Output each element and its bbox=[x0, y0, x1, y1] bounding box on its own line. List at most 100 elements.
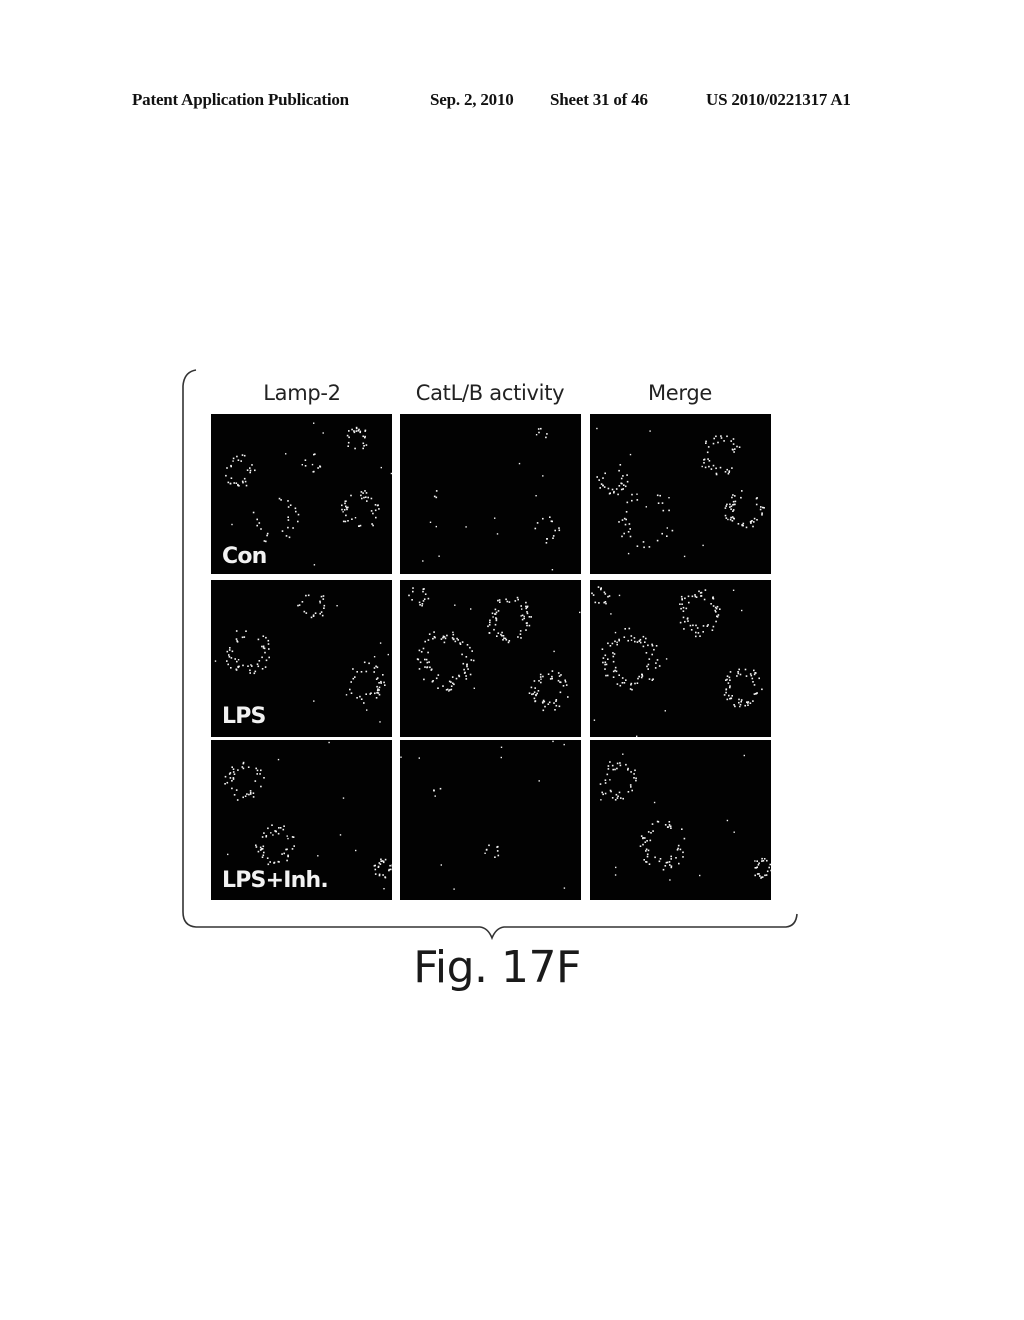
signal-dot bbox=[248, 793, 250, 796]
signal-dot bbox=[606, 674, 609, 677]
signal-dot bbox=[236, 455, 238, 458]
signal-dot bbox=[354, 447, 356, 450]
signal-dot bbox=[536, 522, 539, 524]
signal-dot bbox=[615, 793, 618, 796]
panel-lpsinh-catlb bbox=[400, 740, 581, 900]
signal-dot bbox=[270, 832, 272, 834]
signal-dot bbox=[542, 517, 544, 520]
signal-dot bbox=[712, 596, 714, 598]
signal-dot bbox=[553, 650, 555, 653]
signal-dot bbox=[442, 636, 444, 639]
signal-dot bbox=[380, 682, 382, 684]
signal-dot bbox=[322, 432, 324, 434]
signal-dot bbox=[541, 701, 544, 703]
signal-dot bbox=[636, 735, 638, 737]
signal-dot bbox=[376, 677, 379, 679]
signal-dot bbox=[412, 587, 414, 589]
signal-dot bbox=[489, 619, 491, 622]
signal-dot bbox=[450, 681, 452, 683]
signal-dot bbox=[723, 694, 726, 696]
signal-dot bbox=[601, 648, 604, 650]
signal-dot bbox=[726, 675, 729, 677]
signal-dot bbox=[670, 855, 672, 858]
signal-dot bbox=[732, 494, 734, 496]
signal-dot bbox=[241, 766, 244, 768]
signal-dot bbox=[655, 662, 657, 664]
signal-dot bbox=[301, 464, 303, 466]
signal-dot bbox=[642, 837, 644, 839]
signal-dot bbox=[642, 843, 644, 846]
signal-dot bbox=[362, 442, 365, 445]
signal-dot bbox=[558, 529, 561, 532]
signal-dot bbox=[502, 639, 504, 641]
signal-dot bbox=[281, 530, 284, 532]
signal-dot bbox=[228, 654, 230, 656]
signal-dot bbox=[275, 830, 277, 833]
signal-dot bbox=[469, 673, 472, 676]
signal-dot bbox=[618, 485, 621, 487]
signal-dot bbox=[291, 836, 294, 838]
signal-dot bbox=[638, 640, 641, 642]
signal-dot bbox=[382, 674, 384, 676]
signal-dot bbox=[379, 642, 382, 644]
signal-dot bbox=[732, 443, 735, 445]
signal-dot bbox=[607, 642, 609, 645]
signal-dot bbox=[654, 856, 656, 859]
signal-dot bbox=[470, 608, 472, 610]
signal-dot bbox=[432, 680, 434, 682]
signal-dot bbox=[319, 602, 321, 604]
signal-dot bbox=[348, 430, 350, 432]
signal-dot bbox=[616, 641, 618, 643]
signal-dot bbox=[525, 601, 527, 604]
signal-dot bbox=[759, 875, 761, 877]
signal-dot bbox=[557, 679, 560, 682]
signal-dot bbox=[739, 705, 741, 708]
signal-dot bbox=[710, 468, 713, 470]
signal-dot bbox=[703, 598, 706, 601]
signal-dot bbox=[253, 672, 256, 675]
signal-dot bbox=[631, 789, 633, 792]
signal-dot bbox=[517, 598, 519, 601]
signal-dot bbox=[373, 667, 376, 669]
signal-dot bbox=[352, 668, 354, 670]
signal-dot bbox=[267, 827, 269, 830]
signal-dot bbox=[317, 467, 319, 469]
signal-dot bbox=[653, 801, 656, 804]
signal-dot bbox=[728, 694, 730, 697]
signal-dot bbox=[740, 700, 742, 703]
signal-dot bbox=[260, 769, 262, 772]
signal-dot bbox=[526, 622, 528, 624]
signal-dot bbox=[286, 835, 288, 837]
signal-dot bbox=[625, 511, 628, 513]
signal-dot bbox=[339, 834, 342, 836]
signal-dot bbox=[237, 769, 239, 771]
signal-dot bbox=[630, 771, 632, 773]
signal-dot bbox=[261, 645, 263, 648]
signal-dot bbox=[272, 834, 274, 836]
signal-dot bbox=[254, 469, 256, 472]
signal-dot bbox=[319, 612, 321, 615]
signal-dot bbox=[359, 431, 361, 434]
signal-dot bbox=[260, 528, 262, 530]
signal-dot bbox=[424, 666, 426, 668]
signal-dot bbox=[287, 837, 289, 840]
signal-dot bbox=[520, 615, 522, 617]
signal-dot bbox=[233, 794, 236, 796]
signal-dot bbox=[705, 440, 707, 443]
signal-dot bbox=[421, 603, 424, 605]
signal-dot bbox=[471, 650, 473, 652]
signal-dot bbox=[726, 819, 729, 822]
signal-dot bbox=[579, 611, 581, 614]
signal-dot bbox=[630, 639, 633, 641]
signal-dot bbox=[418, 601, 421, 604]
signal-dot bbox=[651, 643, 653, 646]
signal-dot bbox=[437, 674, 440, 676]
signal-dot bbox=[642, 635, 645, 638]
signal-dot bbox=[424, 658, 426, 661]
signal-dot bbox=[466, 664, 468, 666]
signal-dot bbox=[249, 790, 252, 792]
signal-dot bbox=[712, 464, 715, 467]
signal-dot bbox=[562, 685, 565, 687]
signal-dot bbox=[267, 639, 270, 642]
signal-dot bbox=[322, 598, 325, 600]
